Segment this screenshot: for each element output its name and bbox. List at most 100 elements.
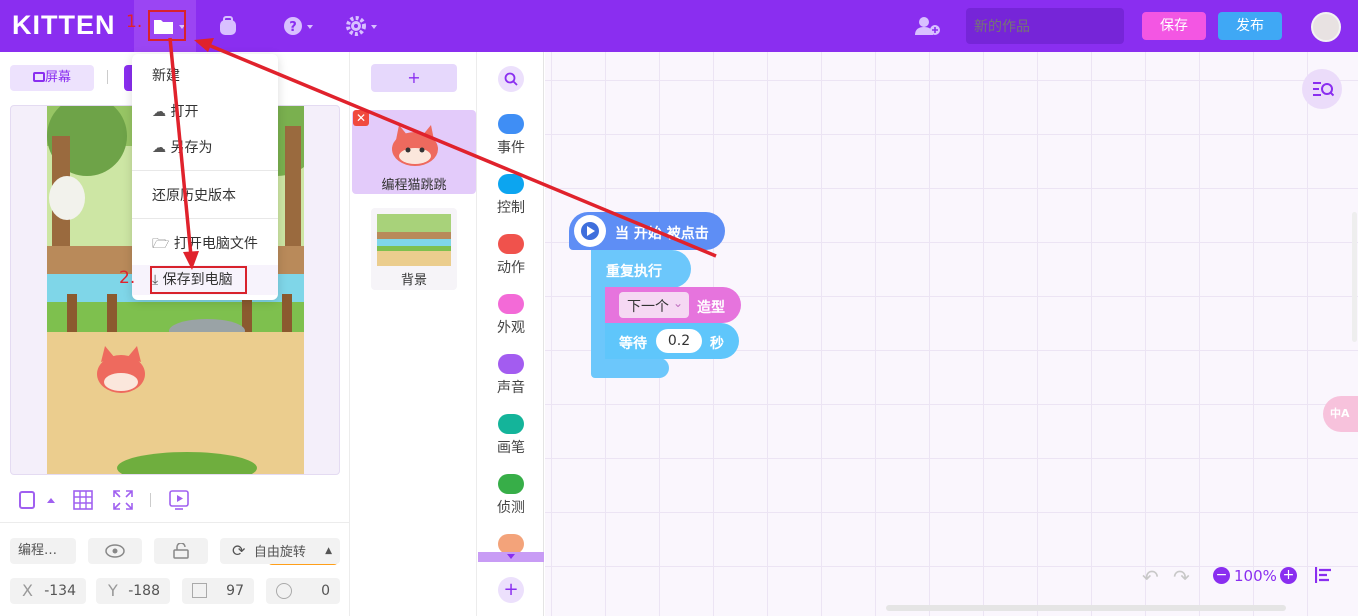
y-position-field[interactable]: Y -188 xyxy=(96,578,170,604)
sprite-thumbnail xyxy=(392,125,438,166)
file-dropdown-menu: 新建 ☁ 打开 ☁ 另存为 还原历史版本 🗁 打开电脑文件 ⤓ 保存到电脑 xyxy=(132,54,278,300)
add-extension-button[interactable]: + xyxy=(498,577,524,603)
backpack-icon[interactable] xyxy=(216,14,240,38)
category-label: 动作 xyxy=(497,260,525,276)
divider xyxy=(0,522,350,523)
direction-field[interactable]: 0 xyxy=(266,578,340,604)
category-motion[interactable]: 动作 xyxy=(478,234,544,277)
music-note-icon xyxy=(498,354,524,374)
menu-item-open-local-file[interactable]: 🗁 打开电脑文件 xyxy=(132,229,278,259)
fullscreen-icon[interactable] xyxy=(113,490,133,510)
chevron-down-icon xyxy=(371,25,377,29)
lock-toggle[interactable] xyxy=(154,538,208,564)
chevron-up-icon[interactable] xyxy=(47,498,55,503)
background-card[interactable]: 背景 xyxy=(371,208,457,290)
motion-icon xyxy=(498,234,524,254)
language-tab[interactable]: 中A xyxy=(1323,396,1358,432)
sensing-icon xyxy=(498,474,524,494)
block-category-list: 事件 控制 动作 外观 声音 画笔 侦测 + xyxy=(478,52,544,616)
horizontal-scrollbar[interactable] xyxy=(886,605,1286,611)
x-label: X xyxy=(22,581,33,600)
menu-item-restore-history[interactable]: 还原历史版本 xyxy=(132,181,278,211)
menu-item-save-as[interactable]: ☁ 另存为 xyxy=(132,133,278,163)
category-label: 事件 xyxy=(497,140,525,156)
gear-icon[interactable] xyxy=(344,14,368,38)
background-name: 背景 xyxy=(400,273,427,288)
align-blocks-icon[interactable] xyxy=(1314,567,1333,583)
close-icon[interactable]: ✕ xyxy=(353,110,369,126)
category-pen[interactable]: 画笔 xyxy=(478,414,544,457)
menu-item-new[interactable]: 新建 xyxy=(132,61,278,91)
category-label: 外观 xyxy=(497,320,525,336)
size-field[interactable]: 97 xyxy=(182,578,254,604)
visibility-toggle[interactable] xyxy=(88,538,142,564)
rotate-icon: ⟳ xyxy=(232,541,246,560)
app-logo: KITTEN xyxy=(12,10,116,40)
cloud-upload-icon: ☁ xyxy=(152,140,166,156)
rotation-mode-select[interactable]: ⟳ 自由旋转 ▲ xyxy=(220,538,340,564)
block-search-button[interactable] xyxy=(498,66,524,92)
block-search-toggle[interactable] xyxy=(1302,69,1342,109)
add-sprite-button[interactable]: + xyxy=(371,64,457,92)
operators-icon[interactable] xyxy=(498,534,524,554)
sprite-card[interactable]: ✕ 编程猫跳跳 xyxy=(352,110,476,194)
control-icon xyxy=(498,174,524,194)
menu-divider xyxy=(132,170,278,171)
divider xyxy=(107,70,108,84)
wait-unit-label: 秒 xyxy=(710,336,724,352)
menu-item-label: 打开 xyxy=(170,104,199,120)
menu-item-open[interactable]: ☁ 打开 xyxy=(132,97,278,127)
hat-block-label: 当 开始 被点击 xyxy=(615,226,709,242)
video-icon[interactable] xyxy=(169,490,189,510)
wait-value: 0.2 xyxy=(667,333,691,349)
zoom-in-button[interactable]: + xyxy=(1280,567,1297,584)
step-one-annotation: 1. xyxy=(126,12,143,32)
category-label: 控制 xyxy=(497,200,525,216)
category-looks[interactable]: 外观 xyxy=(478,294,544,337)
x-position-field[interactable]: X -134 xyxy=(10,578,86,604)
redo-icon[interactable]: ↷ xyxy=(1173,565,1190,589)
category-sensing[interactable]: 侦测 xyxy=(478,474,544,517)
step-two-annotation: 2. xyxy=(119,268,136,288)
category-control[interactable]: 控制 xyxy=(478,174,544,217)
sprite-list: + ✕ 编程猫跳跳 背景 xyxy=(351,52,477,616)
category-sound[interactable]: 声音 xyxy=(478,354,544,397)
rotation-label: 自由旋转 xyxy=(253,545,306,560)
scroll-down-button[interactable] xyxy=(478,552,544,562)
screen-button[interactable]: 屏幕 xyxy=(10,65,94,91)
costume-label: 造型 xyxy=(697,300,725,316)
costume-dropdown-value: 下一个 xyxy=(627,299,669,315)
when-start-clicked-block[interactable]: 当 开始 被点击 xyxy=(569,212,725,250)
grid-icon[interactable] xyxy=(73,490,93,510)
menu-item-label: 打开电脑文件 xyxy=(173,236,258,252)
y-label: Y xyxy=(108,581,118,600)
publish-button[interactable]: 发布 xyxy=(1218,12,1282,40)
vertical-scrollbar[interactable] xyxy=(1352,212,1357,342)
menu-item-save-to-computer[interactable]: ⤓ 保存到电脑 xyxy=(132,265,278,295)
x-value: -134 xyxy=(44,583,76,599)
save-button[interactable]: 保存 xyxy=(1142,12,1206,40)
chevron-down-icon xyxy=(307,25,313,29)
direction-value: 0 xyxy=(321,583,330,599)
direction-icon xyxy=(276,583,292,599)
wait-block[interactable]: 等待 0.2 秒 xyxy=(605,323,739,359)
zoom-out-button[interactable]: − xyxy=(1213,567,1230,584)
small-stage-icon[interactable] xyxy=(19,491,35,509)
screen-label: 屏幕 xyxy=(44,70,71,85)
sprite-name-field[interactable]: 编程… xyxy=(10,538,76,564)
wait-seconds-input[interactable]: 0.2 xyxy=(656,329,702,353)
next-costume-block[interactable]: 下一个 ⌄ 造型 xyxy=(605,287,741,323)
costume-dropdown[interactable]: 下一个 ⌄ xyxy=(619,292,689,318)
category-label: 侦测 xyxy=(497,500,525,516)
work-title-input[interactable] xyxy=(966,8,1124,44)
wait-label: 等待 xyxy=(619,336,647,352)
play-circle-icon xyxy=(574,215,606,247)
undo-icon[interactable]: ↶ xyxy=(1142,565,1159,589)
user-avatar[interactable] xyxy=(1311,12,1341,42)
background-thumbnail xyxy=(377,214,451,266)
add-collaborator-icon[interactable] xyxy=(914,14,942,38)
category-events[interactable]: 事件 xyxy=(478,114,544,157)
highlight-box xyxy=(150,266,247,294)
top-bar: KITTEN ? 保存 发布 xyxy=(0,0,1358,52)
help-icon[interactable]: ? xyxy=(281,14,305,38)
